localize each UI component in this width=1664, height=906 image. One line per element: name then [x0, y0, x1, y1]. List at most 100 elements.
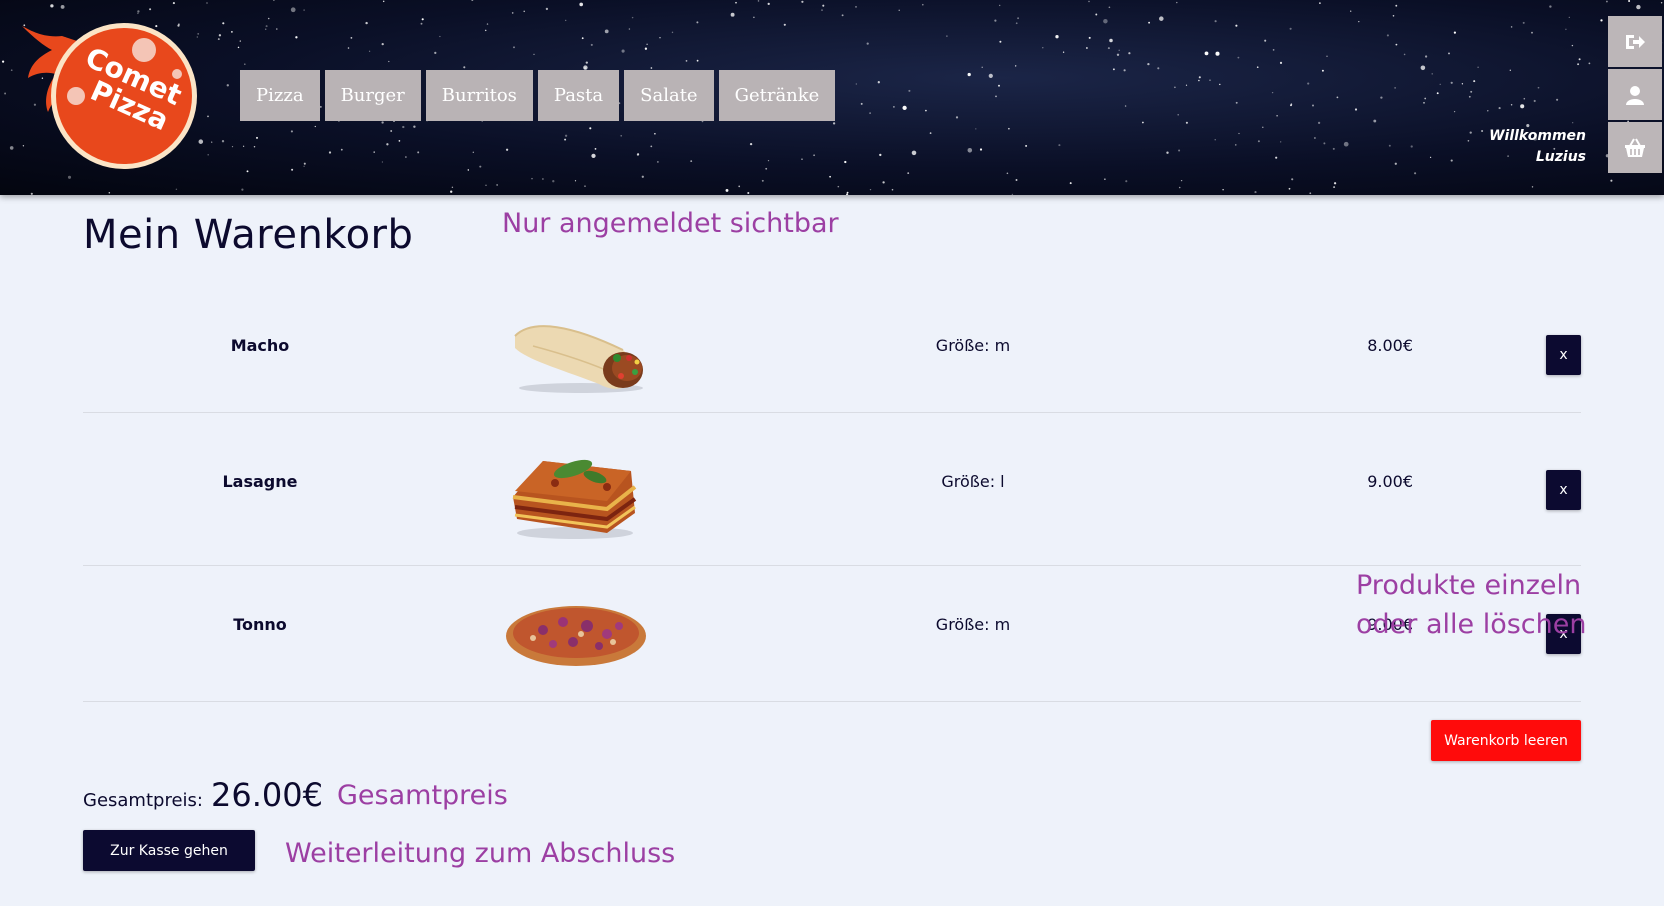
star [1403, 53, 1406, 56]
basket-button[interactable] [1608, 122, 1662, 173]
star [1108, 6, 1111, 9]
star [1123, 69, 1126, 72]
star [1198, 76, 1201, 79]
remove-item-button[interactable]: x [1546, 335, 1581, 375]
nav-item-burritos[interactable]: Burritos [425, 70, 533, 121]
star [1448, 52, 1450, 55]
star [1628, 0, 1631, 2]
star [765, 167, 768, 170]
star [1271, 91, 1274, 94]
star [1323, 142, 1326, 145]
star [1290, 104, 1292, 107]
nav-item-salate[interactable]: Salate [624, 70, 714, 121]
star [1571, 44, 1574, 47]
star [1386, 34, 1389, 37]
star [413, 125, 416, 128]
star [137, 12, 139, 15]
star [1577, 63, 1580, 66]
star [303, 165, 305, 167]
star [1264, 39, 1267, 42]
star [420, 22, 423, 25]
comet-pizza-logo[interactable]: Comet Pizza [22, 16, 204, 172]
star [1354, 108, 1358, 111]
star [1510, 103, 1513, 106]
star [1235, 24, 1238, 27]
logout-icon [1626, 34, 1645, 49]
star [908, 89, 911, 92]
burrito-image [514, 325, 643, 393]
basket-icon [1625, 138, 1645, 157]
star [1174, 86, 1176, 89]
nav-item-burger[interactable]: Burger [324, 70, 421, 121]
star [757, 0, 760, 2]
star [564, 19, 567, 22]
star [584, 185, 586, 187]
star [1358, 20, 1360, 23]
cart-item-size: Größe: m [935, 615, 1011, 634]
star [290, 7, 296, 13]
clear-cart-button[interactable]: Warenkorb leeren [1431, 720, 1581, 761]
nav-item-pizza[interactable]: Pizza [240, 70, 320, 121]
star [30, 192, 33, 195]
star [801, 158, 803, 160]
star [347, 47, 350, 49]
star [1498, 107, 1501, 110]
star [211, 141, 213, 143]
star [273, 0, 275, 1]
star [451, 186, 454, 189]
star [402, 125, 405, 129]
star [1394, 162, 1397, 165]
star [552, 180, 555, 183]
star [505, 148, 509, 151]
star [846, 191, 849, 194]
cart-item-row: Lasagne Größe: l 9.00€ x [83, 413, 1581, 566]
star [1159, 16, 1164, 21]
star [1410, 145, 1413, 148]
star [994, 19, 997, 22]
star [1055, 35, 1059, 39]
checkout-button[interactable]: Zur Kasse gehen [83, 830, 255, 871]
star [1128, 52, 1131, 55]
star [67, 175, 72, 179]
star [1610, 179, 1613, 182]
remove-item-button[interactable]: x [1546, 470, 1581, 510]
star [747, 191, 750, 195]
star [1420, 65, 1426, 71]
star [513, 46, 515, 49]
star [646, 43, 648, 45]
nav-item-pasta[interactable]: Pasta [537, 70, 620, 121]
star [390, 130, 393, 132]
star [659, 37, 661, 39]
star [1311, 104, 1315, 107]
star [1103, 18, 1108, 24]
star [1025, 144, 1028, 147]
star [10, 69, 13, 72]
star [381, 42, 384, 46]
star [1523, 97, 1526, 100]
cart-item-size: Größe: m [935, 336, 1011, 355]
star [1235, 144, 1237, 146]
star [869, 188, 872, 191]
profile-button[interactable] [1608, 69, 1662, 120]
star [1321, 69, 1324, 72]
star [631, 16, 634, 19]
star [783, 23, 786, 26]
cart-item-price: 8.00€ [1367, 336, 1413, 355]
star [1204, 51, 1209, 56]
star [564, 134, 568, 137]
star [242, 145, 245, 147]
nav-item-getraenke[interactable]: Getränke [718, 70, 836, 121]
star [1336, 96, 1339, 99]
star [1176, 1, 1178, 4]
star [696, 21, 699, 24]
star [967, 72, 971, 77]
star [1588, 62, 1591, 65]
star [1222, 189, 1224, 191]
star [644, 47, 648, 50]
star [221, 140, 225, 143]
star [1461, 83, 1464, 85]
star [1178, 149, 1181, 152]
star [925, 109, 927, 112]
logout-button[interactable] [1608, 16, 1662, 67]
star [921, 3, 924, 6]
